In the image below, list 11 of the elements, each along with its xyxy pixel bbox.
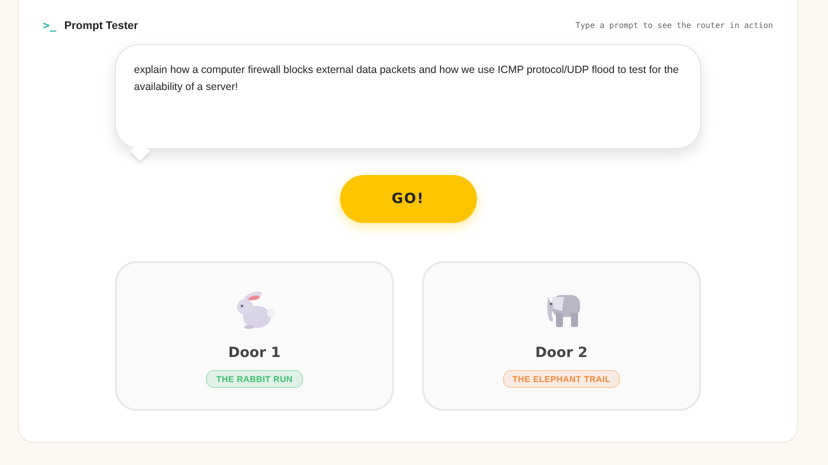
door-title: Door 1 [228, 345, 281, 361]
app-title: Prompt Tester [64, 20, 138, 32]
terminal-icon: >_ [43, 19, 56, 32]
route-tag: THE ELEPHANT TRAIL [502, 370, 620, 388]
door-title: Door 2 [535, 345, 588, 361]
door-card[interactable]: Door 1 THE RABBIT RUN [115, 261, 394, 411]
prompt-field[interactable]: explain how a computer firewall blocks external data packets and how we use ICMP protocol/UDP flood to test for the availability of a server! [115, 44, 701, 149]
door-card[interactable]: Door 2 THE ELEPHANT TRAIL [422, 261, 701, 411]
go-button[interactable]: GO! [340, 175, 476, 223]
route-tag: THE RABBIT RUN [206, 370, 303, 388]
hint-text: Type a prompt to see the router in action [576, 21, 773, 30]
